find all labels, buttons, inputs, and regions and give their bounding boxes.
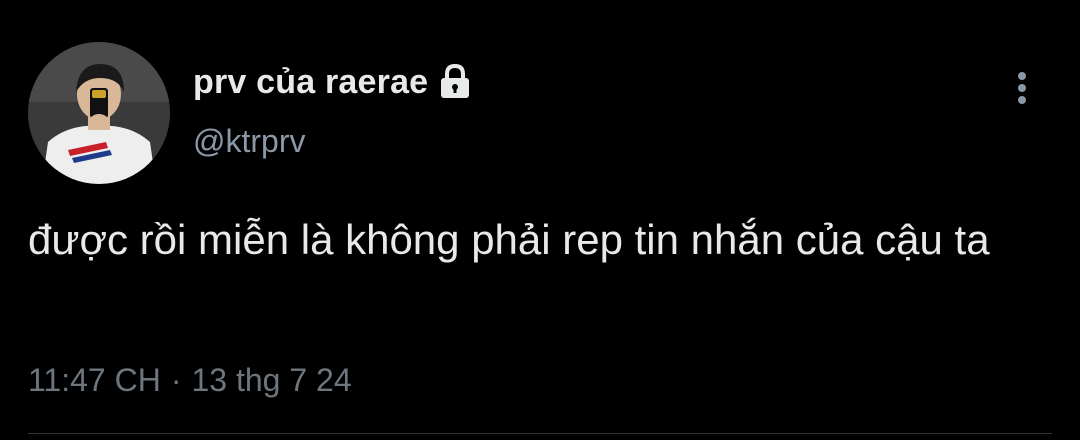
tweet-card: prv của raerae @ktrprv được rồi miễn là … bbox=[0, 0, 1080, 440]
user-handle[interactable]: @ktrprv bbox=[193, 123, 305, 160]
lock-icon bbox=[438, 63, 472, 100]
display-name[interactable]: prv của raerae bbox=[193, 63, 428, 102]
tweet-timestamp[interactable]: 11:47 CH · 13 thg 7 24 bbox=[28, 362, 352, 399]
avatar[interactable] bbox=[28, 42, 170, 184]
tweet-text: được rồi miễn là không phải rep tin nhắn… bbox=[28, 216, 990, 263]
divider bbox=[28, 433, 1052, 434]
avatar-image bbox=[28, 42, 170, 184]
more-vertical-icon[interactable] bbox=[1008, 70, 1036, 110]
display-name-row: prv của raerae bbox=[193, 60, 472, 104]
tweet-date: 13 thg 7 24 bbox=[191, 362, 352, 398]
meta-separator: · bbox=[170, 362, 182, 398]
tweet-time: 11:47 CH bbox=[28, 362, 161, 398]
